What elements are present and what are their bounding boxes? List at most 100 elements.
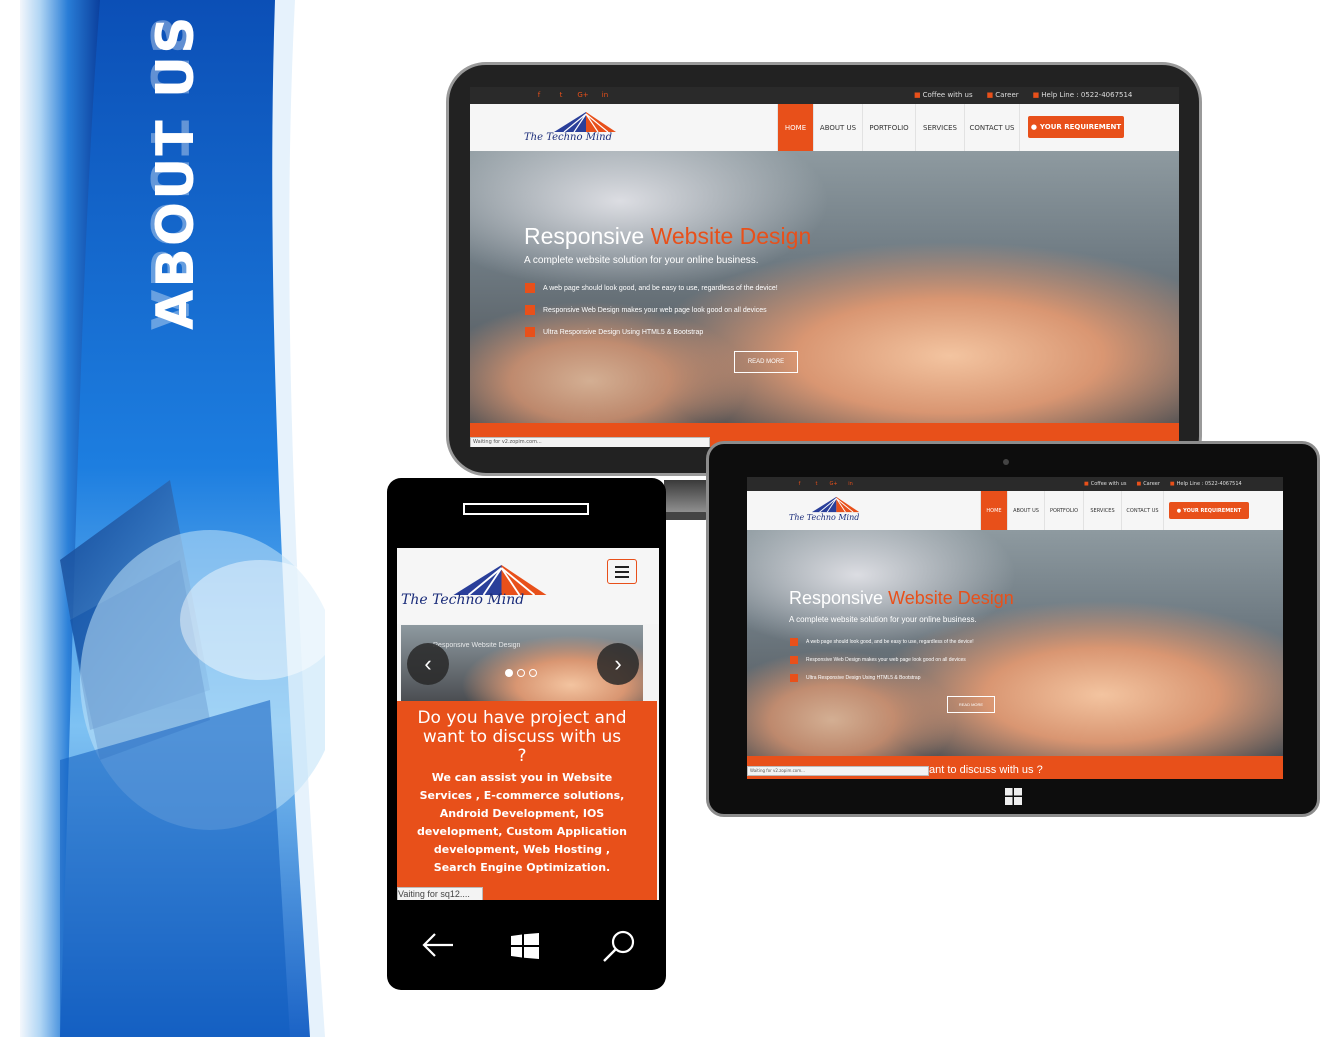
topbar-info: ■ Coffee with us ■ Career ■ Help Line : 052…	[914, 87, 1132, 104]
star-icon	[790, 674, 798, 682]
hero-slider: Responsive Website Design A complete web…	[747, 530, 1283, 756]
social-links: f t G+ in	[791, 477, 859, 491]
tablet-screen: f t G+ in ■ Coffee with us ■ Career ■ Help …	[747, 477, 1283, 779]
cta-strip-text: ant to discuss with us ?	[929, 764, 1043, 776]
twitter-icon[interactable]: t	[550, 87, 572, 104]
phone-hero-slider: Responsive Website Design ‹ ›	[401, 625, 643, 701]
phone-screen: The Techno Mind Responsive Website Desig…	[397, 548, 659, 900]
coffee-icon: ■	[1084, 481, 1089, 487]
cta-text: We can assist you in Website Services , …	[417, 771, 627, 874]
google-plus-icon[interactable]: G+	[825, 477, 842, 491]
twitter-icon[interactable]: t	[808, 477, 825, 491]
hero-subtitle: A complete website solution for your onl…	[524, 255, 759, 266]
site-topbar: f t G+ in ■ Coffee with us ■ Career ■ Help …	[470, 87, 1179, 104]
career-link[interactable]: Career	[995, 91, 1018, 99]
helpline-text: Help Line : 0522-4067514	[1041, 91, 1133, 99]
slider-dot[interactable]	[505, 669, 513, 677]
phone-speaker	[463, 503, 589, 515]
topbar-info: ■ Coffee with us ■ Career ■ Help Line : 052…	[1084, 477, 1242, 491]
main-menu: HOME ABOUT US PORTFOLIO SERVICES CONTACT…	[980, 491, 1164, 530]
facebook-icon[interactable]: f	[528, 87, 550, 104]
menu-portfolio[interactable]: PORTFOLIO	[862, 104, 915, 151]
google-plus-icon[interactable]: G+	[572, 87, 594, 104]
menu-home[interactable]: HOME	[777, 104, 813, 151]
phone-cta-section: Do you have project and want to discuss …	[397, 701, 657, 900]
logo-mark-icon	[554, 112, 616, 133]
your-requirement-button[interactable]: ● YOUR REQUIREMENT	[1028, 116, 1124, 138]
logo-text: The Techno Mind	[789, 513, 860, 522]
monitor-stand	[664, 480, 708, 516]
site-logo[interactable]: The Techno Mind	[789, 495, 873, 525]
hero-subtitle: A complete website solution for your onl…	[789, 615, 977, 624]
slider-dots	[505, 669, 537, 677]
banner-title-reflection: ABOUT US	[138, 14, 198, 330]
facebook-icon[interactable]: f	[791, 477, 808, 491]
menu-portfolio[interactable]: PORTFOLIO	[1044, 491, 1083, 530]
read-more-button[interactable]: READ MORE	[734, 351, 798, 373]
your-requirement-button[interactable]: ● YOUR REQUIREMENT	[1169, 502, 1249, 519]
hamburger-menu-button[interactable]	[607, 559, 637, 584]
laptop-icon	[525, 283, 535, 293]
browser-status: Waiting for v2.zopim.com...	[747, 766, 929, 776]
windows-icon[interactable]	[511, 933, 539, 964]
search-icon[interactable]	[602, 928, 638, 969]
menu-services[interactable]: SERVICES	[915, 104, 964, 151]
coffee-icon: ■	[914, 91, 921, 99]
menu-contact-us[interactable]: CONTACT US	[1121, 491, 1164, 530]
phone-icon: ■	[1032, 91, 1040, 99]
star-icon	[525, 327, 535, 337]
settings-icon	[790, 656, 798, 664]
phone-hero-title: Responsive Website Design	[433, 642, 521, 649]
back-arrow-icon[interactable]	[421, 930, 455, 965]
monitor-screen: f t G+ in ■ Coffee with us ■ Career ■ Help …	[470, 87, 1179, 447]
logo-mark-icon	[811, 496, 860, 513]
browser-status: Vaiting for sq12....	[397, 887, 483, 900]
hero-bullet-1: A web page should look good, and be easy…	[790, 638, 974, 646]
social-links: f t G+ in	[528, 87, 616, 104]
about-us-banner: ABOUT US ABOUT US	[20, 0, 325, 1037]
read-more-button[interactable]: READ MORE	[947, 696, 995, 713]
settings-icon	[525, 305, 535, 315]
linkedin-icon[interactable]: in	[594, 87, 616, 104]
slider-prev-button[interactable]: ‹	[407, 643, 449, 685]
phone-icon: ■	[1169, 481, 1175, 487]
site-topbar: f t G+ in ■ Coffee with us ■ Career ■ Help …	[747, 477, 1283, 491]
slider-dot[interactable]	[517, 669, 525, 677]
site-logo[interactable]: The Techno Mind	[524, 110, 634, 146]
slider-next-button[interactable]: ›	[597, 643, 639, 685]
hero-bullet-1: A web page should look good, and be easy…	[525, 283, 778, 293]
menu-services[interactable]: SERVICES	[1083, 491, 1121, 530]
career-link[interactable]: Career	[1143, 481, 1160, 487]
site-navbar: The Techno Mind HOME ABOUT US PORTFOLIO …	[470, 104, 1179, 152]
site-navbar: The Techno Mind HOME ABOUT US PORTFOLIO …	[747, 491, 1283, 531]
menu-about-us[interactable]: ABOUT US	[813, 104, 862, 151]
slider-dot[interactable]	[529, 669, 537, 677]
banner-title: ABOUT US ABOUT US	[138, 14, 206, 340]
hero-title: Responsive Website Design	[789, 588, 1014, 608]
logo-text: The Techno Mind	[524, 132, 612, 143]
hero-slider: Responsive Website Design A complete web…	[470, 151, 1179, 423]
laptop-icon	[790, 638, 798, 646]
menu-contact-us[interactable]: CONTACT US	[964, 104, 1020, 151]
user-icon: ●	[1176, 507, 1182, 514]
hero-title: Responsive Website Design	[524, 223, 812, 249]
helpline-text: Help Line : 0522-4067514	[1176, 481, 1242, 487]
briefcase-icon: ■	[986, 91, 994, 99]
hero-bullet-2: Responsive Web Design makes your web pag…	[790, 656, 966, 664]
hero-bullet-3: Ultra Responsive Design Using HTML5 & Bo…	[525, 327, 703, 337]
site-logo[interactable]: The Techno Mind	[401, 562, 581, 612]
coffee-link[interactable]: Coffee with us	[1091, 481, 1127, 487]
cta-title: Do you have project and want to discuss …	[417, 708, 627, 766]
hero-bullet-3: Ultra Responsive Design Using HTML5 & Bo…	[790, 674, 921, 682]
phone-navbar: The Techno Mind	[397, 548, 659, 624]
user-icon: ●	[1030, 123, 1037, 131]
tablet-camera	[1003, 459, 1009, 465]
menu-about-us[interactable]: ABOUT US	[1007, 491, 1044, 530]
menu-home[interactable]: HOME	[980, 491, 1007, 530]
briefcase-icon: ■	[1136, 481, 1142, 487]
browser-status: Waiting for v2.zopim.com...	[470, 437, 710, 447]
linkedin-icon[interactable]: in	[842, 477, 859, 491]
requirement-label: YOUR REQUIREMENT	[1183, 507, 1242, 514]
tablet-windows-icon[interactable]	[1005, 788, 1022, 810]
coffee-link[interactable]: Coffee with us	[923, 91, 973, 99]
